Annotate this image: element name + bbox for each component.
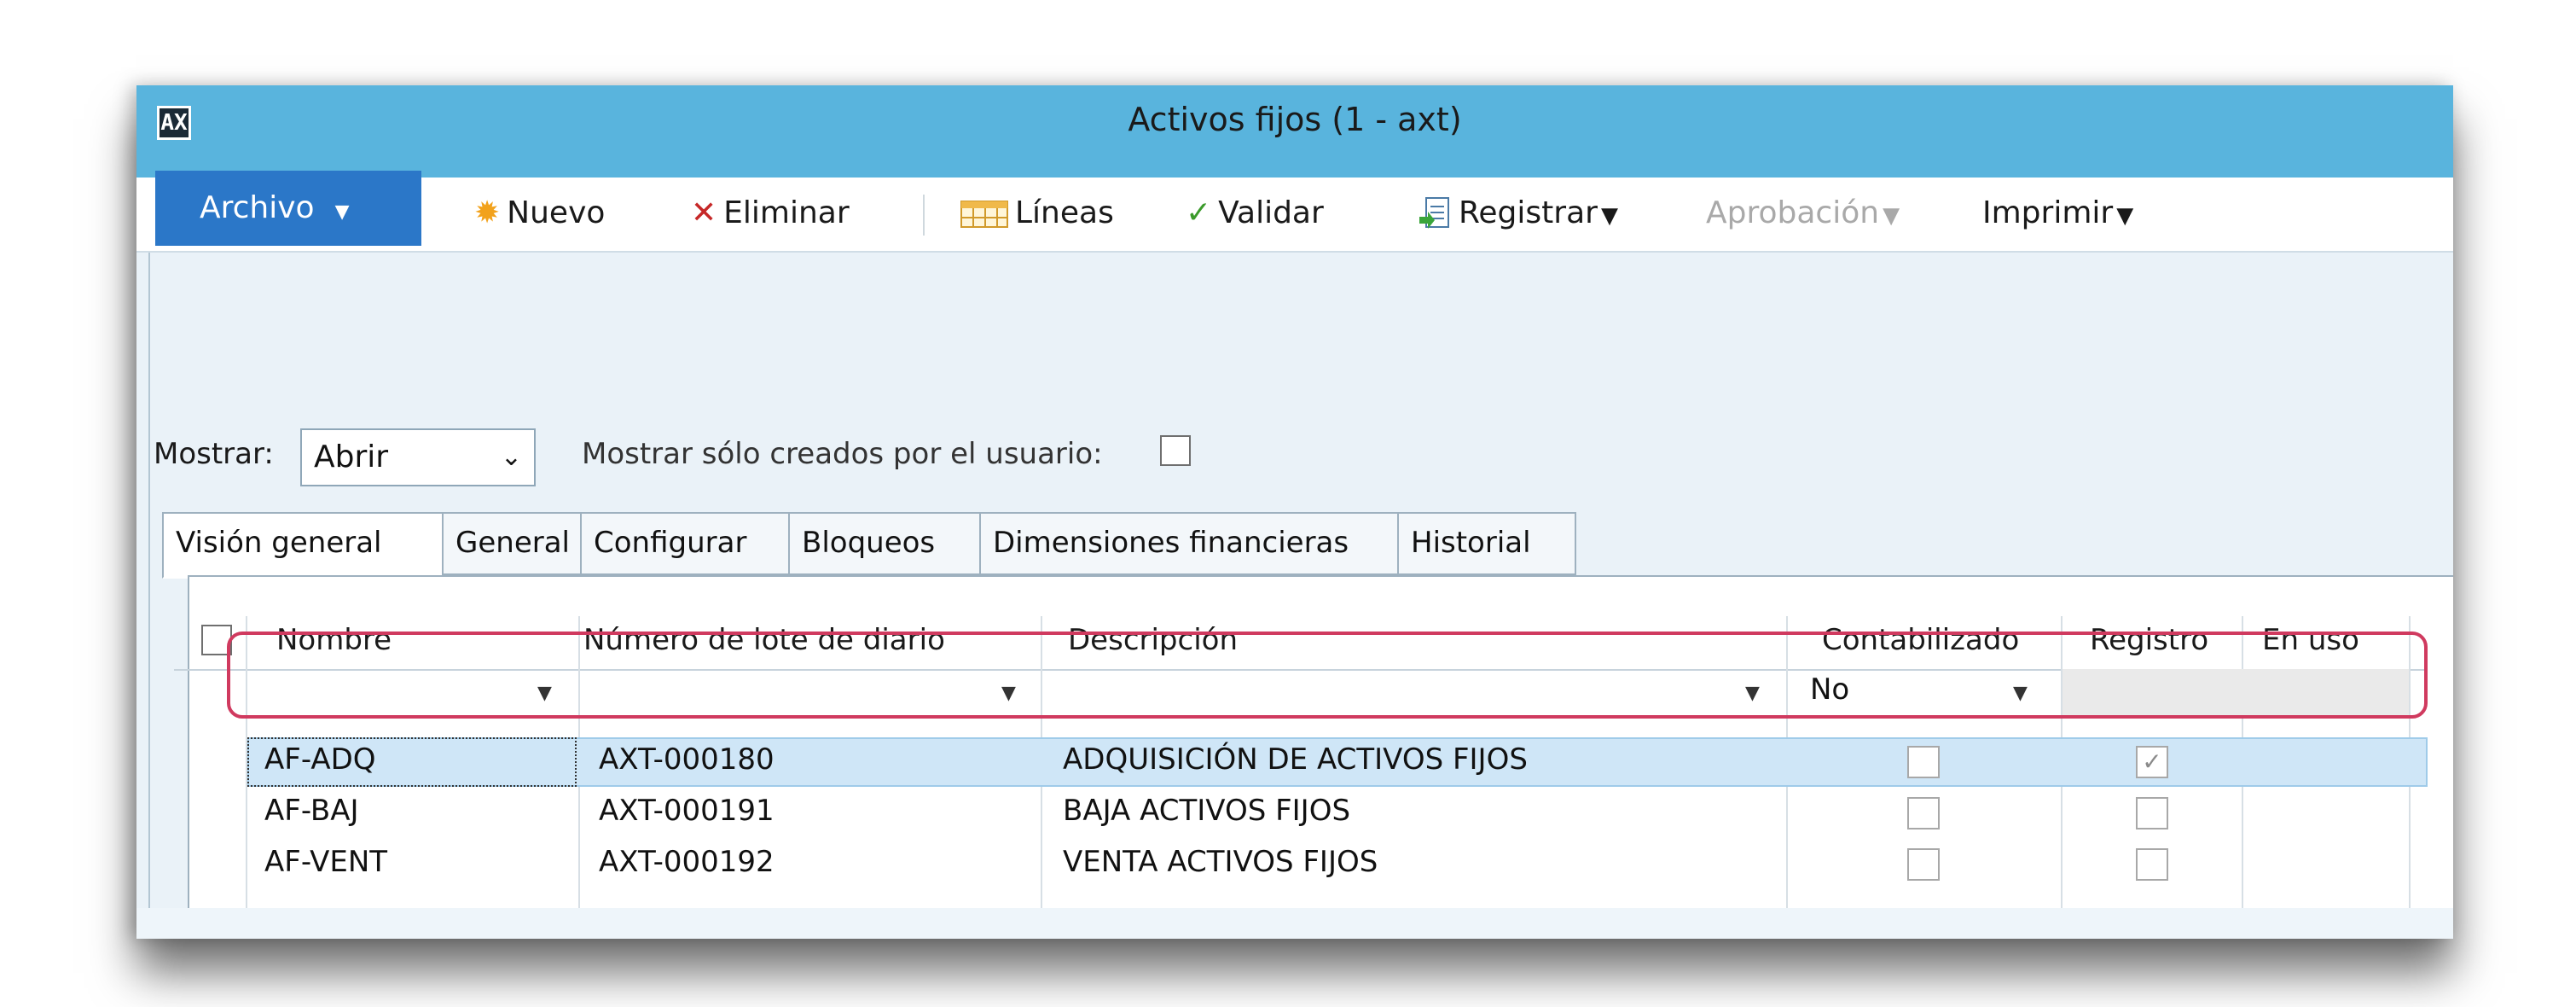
chevron-down-icon: ⌄: [500, 442, 522, 472]
tab-historial[interactable]: Historial: [1397, 512, 1576, 575]
imprimir-button[interactable]: Imprimir ▼: [1982, 186, 2133, 241]
imprimir-label: Imprimir: [1982, 195, 2114, 230]
lineas-label: Líneas: [1015, 195, 1114, 230]
mostrar-label: Mostrar:: [154, 437, 274, 471]
eliminar-button[interactable]: ✕ Eliminar: [691, 186, 850, 241]
mostrar-select[interactable]: Abrir ⌄: [300, 428, 536, 486]
registrar-button[interactable]: Registrar ▼: [1418, 186, 1618, 241]
aprobacion-button[interactable]: Aprobación ▼: [1706, 186, 1900, 241]
cell-contabilizado-checkbox[interactable]: [1907, 848, 1940, 881]
calendar-grid-icon: [960, 186, 1008, 241]
tab-dimensiones-financieras[interactable]: Dimensiones financieras: [979, 512, 1399, 575]
title-bar: AX Activos fijos (1 - axt): [136, 85, 2453, 178]
cell-descripcion[interactable]: BAJA ACTIVOS FIJOS: [1063, 794, 1350, 828]
cell-registro-checkbox[interactable]: ✓: [2136, 746, 2168, 778]
tab-vision-general[interactable]: Visión general: [162, 512, 444, 579]
cell-nombre[interactable]: AF-BAJ: [264, 794, 358, 828]
cell-lote[interactable]: AXT-000180: [599, 742, 775, 777]
cell-lote[interactable]: AXT-000192: [599, 845, 775, 879]
user-filter-label: Mostrar sólo creados por el usuario:: [582, 437, 1103, 471]
aprobacion-label: Aprobación: [1706, 195, 1880, 230]
cell-registro-checkbox[interactable]: [2136, 848, 2168, 881]
mostrar-value: Abrir: [314, 439, 389, 474]
chevron-down-icon: ▼: [334, 201, 350, 223]
archivo-label: Archivo: [200, 190, 315, 225]
cell-contabilizado-checkbox[interactable]: [1907, 746, 1940, 778]
aprobacion-caret: ▼: [1883, 203, 1900, 229]
highlight-annotation: [227, 632, 2428, 719]
window-title: Activos fijos (1 - axt): [1128, 101, 1462, 138]
tab-bloqueos[interactable]: Bloqueos: [788, 512, 981, 575]
cell-nombre[interactable]: AF-VENT: [264, 845, 387, 879]
archivo-menu-button[interactable]: Archivo ▼: [155, 171, 421, 246]
cell-contabilizado-checkbox[interactable]: [1907, 797, 1940, 829]
registrar-caret: ▼: [1600, 203, 1618, 229]
registrar-label: Registrar: [1459, 195, 1598, 230]
content-border: [148, 253, 150, 908]
check-icon: ✓: [1186, 195, 1212, 230]
lineas-button[interactable]: Líneas: [960, 186, 1114, 241]
tab-configurar[interactable]: Configurar: [580, 512, 790, 575]
validar-button[interactable]: ✓ Validar: [1186, 186, 1324, 241]
cell-descripcion[interactable]: ADQUISICIÓN DE ACTIVOS FIJOS: [1063, 742, 1528, 777]
cell-lote[interactable]: AXT-000191: [599, 794, 775, 828]
main-window: AX Activos fijos (1 - axt) Archivo ▼ ✹ Nue…: [136, 85, 2453, 908]
cell-descripcion[interactable]: VENTA ACTIVOS FIJOS: [1063, 845, 1378, 879]
nuevo-label: Nuevo: [507, 195, 606, 230]
cell-nombre[interactable]: AF-ADQ: [264, 742, 376, 777]
post-document-icon: [1418, 186, 1452, 241]
user-filter-checkbox[interactable]: [1160, 435, 1191, 466]
validar-label: Validar: [1218, 195, 1324, 230]
cell-registro-checkbox[interactable]: [2136, 797, 2168, 829]
ribbon-separator: [923, 195, 925, 236]
nuevo-button[interactable]: ✹ Nuevo: [474, 186, 605, 241]
sun-icon: ✹: [474, 195, 501, 230]
x-icon: ✕: [691, 195, 717, 230]
imprimir-caret: ▼: [2116, 203, 2134, 229]
eliminar-label: Eliminar: [723, 195, 850, 230]
tab-general[interactable]: General: [442, 512, 582, 575]
